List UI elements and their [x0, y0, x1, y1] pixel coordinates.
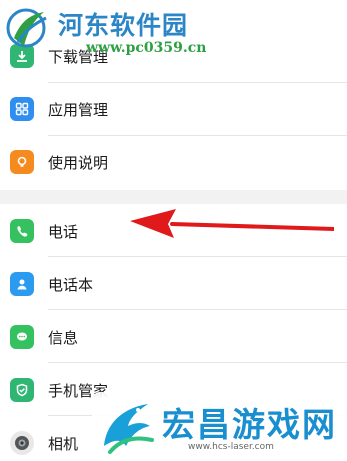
settings-item-label: 相机 [48, 435, 79, 453]
settings-item-instructions[interactable]: 使用说明 [0, 136, 347, 189]
watermark-bottom: 宏昌游戏网 www.hcs-laser.com [92, 392, 347, 461]
phone-icon [10, 219, 34, 243]
contacts-icon [10, 272, 34, 296]
camera-icon [10, 431, 34, 455]
watermark-title: 宏昌游戏网 [162, 405, 337, 444]
watermark-title: 河东软件园 [58, 11, 189, 40]
bulb-icon [10, 150, 34, 174]
settings-item-messages[interactable]: 信息 [0, 310, 347, 363]
watermark-dragon-logo-icon [104, 404, 154, 454]
settings-item-contacts[interactable]: 电话本 [0, 257, 347, 310]
settings-item-app-manager[interactable]: 应用管理 [0, 83, 347, 136]
shield-icon [10, 378, 34, 402]
watermark-url: www.hcs-laser.com [188, 442, 274, 452]
settings-item-label: 信息 [48, 329, 79, 347]
red-arrow-annotation [130, 209, 334, 238]
message-icon [10, 325, 34, 349]
watermark-logo-icon [6, 8, 47, 48]
settings-item-label: 应用管理 [48, 101, 109, 119]
app-grid-icon [10, 97, 34, 121]
watermark-top: 河东软件园 www.pc0359.cn [0, 0, 210, 62]
settings-item-label: 电话本 [48, 276, 94, 294]
watermark-url: www.pc0359.cn [86, 40, 207, 56]
settings-item-label: 使用说明 [48, 154, 109, 172]
settings-item-label: 电话 [48, 223, 79, 241]
